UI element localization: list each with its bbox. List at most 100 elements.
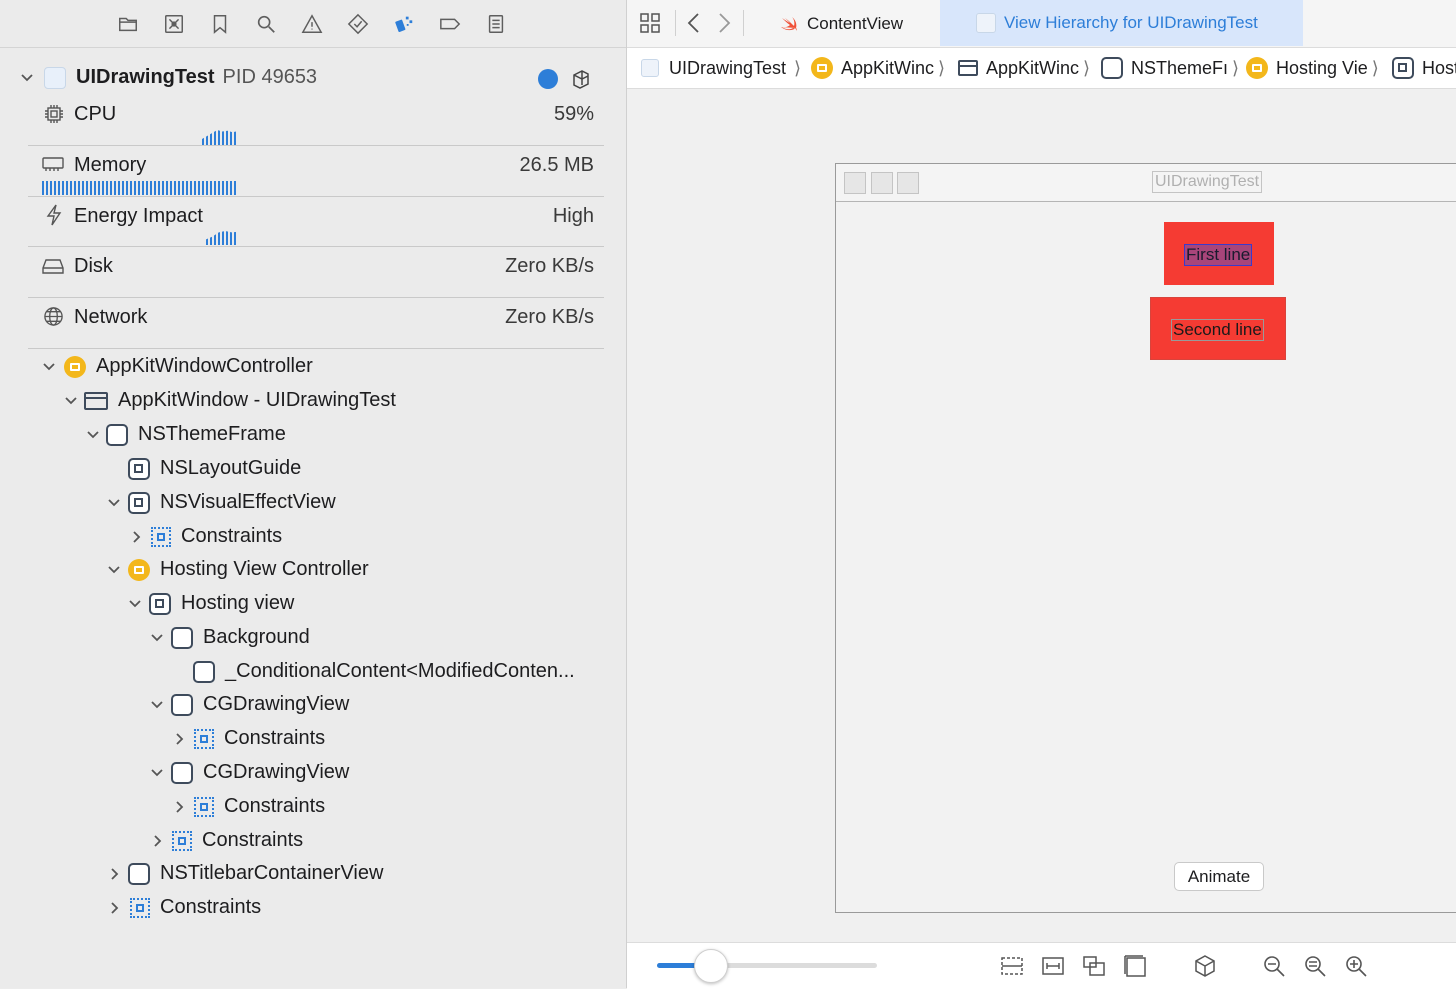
tree-label: Hosting View Controller	[160, 558, 369, 580]
chevron-down-icon[interactable]	[150, 766, 164, 780]
chevron-right-icon[interactable]	[173, 732, 187, 746]
tree-row-constraints[interactable]: Constraints	[130, 525, 282, 548]
view-debugger-canvas[interactable]: UIDrawingTest First line Second line Ani…	[627, 89, 1456, 942]
process-row[interactable]: UIDrawingTest PID 49653	[20, 66, 317, 89]
chevron-right-icon: ⟩	[794, 57, 802, 78]
gauge-icon[interactable]	[538, 69, 558, 89]
controller-icon	[128, 558, 150, 581]
disk-icon	[42, 257, 64, 275]
view-icon	[171, 693, 193, 716]
tree-row-hosting-controller[interactable]: Hosting View Controller	[107, 558, 369, 581]
chevron-right-icon: ⟩	[938, 57, 946, 78]
tree-label: Constraints	[202, 829, 304, 851]
show-clipped-content-icon[interactable]	[999, 953, 1025, 979]
tree-row-window-controller[interactable]: AppKitWindowController	[42, 355, 313, 378]
tree-row-cgdrawing-2[interactable]: CGDrawingView	[150, 761, 349, 784]
tree-row-window[interactable]: AppKitWindow - UIDrawingTest	[64, 389, 396, 412]
gauge-value-memory: 26.5 MB	[519, 154, 594, 176]
controller-icon	[1246, 57, 1268, 79]
second-line-box[interactable]: Second line	[1150, 297, 1286, 360]
tree-row-background[interactable]: Background	[150, 626, 310, 649]
tree-row-titlebar-container[interactable]: NSTitlebarContainerView	[108, 862, 383, 885]
animate-button[interactable]: Animate	[1174, 862, 1264, 891]
tree-row-visual-effect[interactable]: NSVisualEffectView	[107, 491, 336, 514]
spacing-slider-thumb[interactable]	[694, 949, 728, 983]
tree-row-cgdrawing-1[interactable]: CGDrawingView	[150, 693, 349, 716]
tree-row-constraints[interactable]: Constraints	[173, 727, 325, 750]
chevron-down-icon[interactable]	[107, 563, 121, 577]
view-icon	[171, 761, 193, 784]
forward-icon[interactable]	[715, 12, 733, 34]
chevron-down-icon[interactable]	[64, 394, 78, 408]
change-canvas-background-icon[interactable]	[1122, 953, 1148, 979]
zoom-out-icon[interactable]	[1261, 953, 1287, 979]
network-icon	[43, 306, 64, 327]
debug-bar	[627, 942, 1456, 989]
tree-row-conditional-content[interactable]: _ConditionalContent<ModifiedConten...	[193, 660, 575, 683]
adjust-view-mode-icon[interactable]	[1081, 953, 1107, 979]
chevron-right-icon[interactable]	[108, 901, 122, 915]
app-icon	[44, 66, 66, 89]
breadcrumb-item[interactable]: AppKitWinc ⟩	[811, 48, 945, 88]
breadcrumb-item[interactable]: NSThemeFı ⟩	[1101, 48, 1239, 88]
breadcrumb-item[interactable]: UIDrawingTest ⟩	[641, 48, 801, 88]
chevron-down-icon[interactable]	[128, 597, 142, 611]
tree-row-constraints[interactable]: Constraints	[173, 795, 325, 818]
chevron-right-icon[interactable]	[130, 530, 144, 544]
orient-3d-icon[interactable]	[1192, 953, 1218, 979]
tab-bar: ContentView View Hierarchy for UIDrawing…	[627, 0, 1456, 48]
tree-row-constraints[interactable]: Constraints	[151, 829, 303, 852]
gauge-value-energy: High	[552, 205, 594, 227]
cpu-icon	[44, 104, 64, 124]
gauge-label-network: Network	[74, 306, 148, 328]
tree-label: CGDrawingView	[203, 693, 350, 715]
chevron-right-icon[interactable]	[173, 800, 187, 814]
actual-size-icon[interactable]	[1302, 953, 1328, 979]
breadcrumb-item[interactable]: Host	[1392, 48, 1456, 88]
chevron-down-icon[interactable]	[107, 496, 121, 510]
preview-window[interactable]: UIDrawingTest First line Second line Ani…	[835, 163, 1456, 913]
tree-row-theme-frame[interactable]: NSThemeFrame	[86, 423, 286, 446]
energy-icon	[44, 204, 64, 226]
chevron-right-icon[interactable]	[151, 834, 165, 848]
warning-icon[interactable]	[300, 12, 324, 36]
swift-icon	[781, 16, 797, 31]
chevron-down-icon[interactable]	[20, 71, 34, 85]
tree-row-layout-guide[interactable]: NSLayoutGuide	[128, 457, 301, 480]
chevron-down-icon[interactable]	[86, 428, 100, 442]
first-line-label: First line	[1184, 244, 1253, 266]
folder-icon[interactable]	[116, 12, 140, 36]
tree-label: NSLayoutGuide	[160, 457, 302, 479]
tab-contentview[interactable]: ContentView	[753, 0, 939, 47]
tree-row-constraints[interactable]: Constraints	[108, 896, 261, 919]
tree-row-hosting-view[interactable]: Hosting view	[128, 592, 294, 615]
show-constraints-icon[interactable]	[1040, 953, 1066, 979]
jump-bar: UIDrawingTest ⟩ AppKitWinc ⟩ AppKitWinc ⟩ N…	[627, 48, 1456, 89]
bookmark-icon[interactable]	[208, 12, 232, 36]
source-control-icon[interactable]	[162, 12, 186, 36]
breadcrumb-item[interactable]: Hosting Vie ⟩	[1246, 48, 1379, 88]
test-icon[interactable]	[346, 12, 370, 36]
zoom-in-icon[interactable]	[1343, 953, 1369, 979]
minimize-button[interactable]	[871, 172, 893, 194]
hosting-view-icon	[149, 592, 171, 615]
gauge-label-cpu: CPU	[74, 103, 117, 125]
back-icon[interactable]	[685, 12, 703, 34]
zoom-button[interactable]	[897, 172, 919, 194]
chevron-down-icon[interactable]	[42, 360, 56, 374]
chevron-down-icon[interactable]	[150, 631, 164, 645]
first-line-box[interactable]: First line	[1164, 222, 1274, 285]
grid-icon[interactable]	[639, 12, 661, 34]
chevron-down-icon[interactable]	[150, 698, 164, 712]
tab-view-hierarchy[interactable]: View Hierarchy for UIDrawingTest	[940, 0, 1303, 46]
tree-label: Background	[203, 626, 310, 648]
chevron-right-icon[interactable]	[108, 867, 122, 881]
breadcrumb-item[interactable]: AppKitWinc ⟩	[958, 48, 1090, 88]
close-button[interactable]	[844, 172, 866, 194]
debug-icon[interactable]	[392, 12, 416, 36]
preview-window-title: UIDrawingTest	[1152, 171, 1263, 193]
find-icon[interactable]	[254, 12, 278, 36]
breakpoint-icon[interactable]	[438, 12, 462, 36]
memory-graph-icon[interactable]	[570, 67, 592, 89]
report-icon[interactable]	[484, 12, 508, 36]
